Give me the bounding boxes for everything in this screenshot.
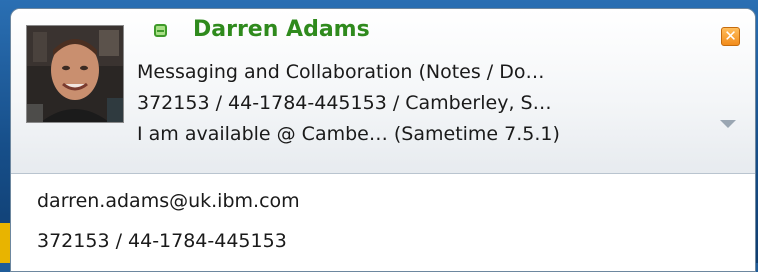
status-message-line: I am available @ Cambe… (Sametime 7.5.1) bbox=[137, 123, 560, 145]
close-button[interactable]: ✕ bbox=[721, 27, 740, 46]
business-card-header: Darren Adams Messaging and Collaboration… bbox=[11, 9, 755, 174]
phone-numbers: 372153 / 44-1784-445153 bbox=[37, 230, 287, 252]
chevron-down-icon[interactable] bbox=[720, 120, 736, 128]
business-card-details: darren.adams@uk.ibm.com 372153 / 44-1784… bbox=[11, 174, 755, 271]
email-link[interactable]: darren.adams@uk.ibm.com bbox=[37, 190, 300, 212]
contact-name[interactable]: Darren Adams bbox=[193, 17, 370, 42]
avatar-photo bbox=[27, 26, 123, 122]
department-line: Messaging and Collaboration (Notes / Do… bbox=[137, 61, 545, 83]
business-card-popup: Darren Adams Messaging and Collaboration… bbox=[10, 8, 756, 272]
phone-location-line: 372153 / 44-1784-445153 / Camberley, S… bbox=[137, 92, 552, 114]
avatar bbox=[26, 25, 124, 123]
close-icon: ✕ bbox=[724, 27, 737, 45]
status-available-icon bbox=[154, 24, 167, 37]
